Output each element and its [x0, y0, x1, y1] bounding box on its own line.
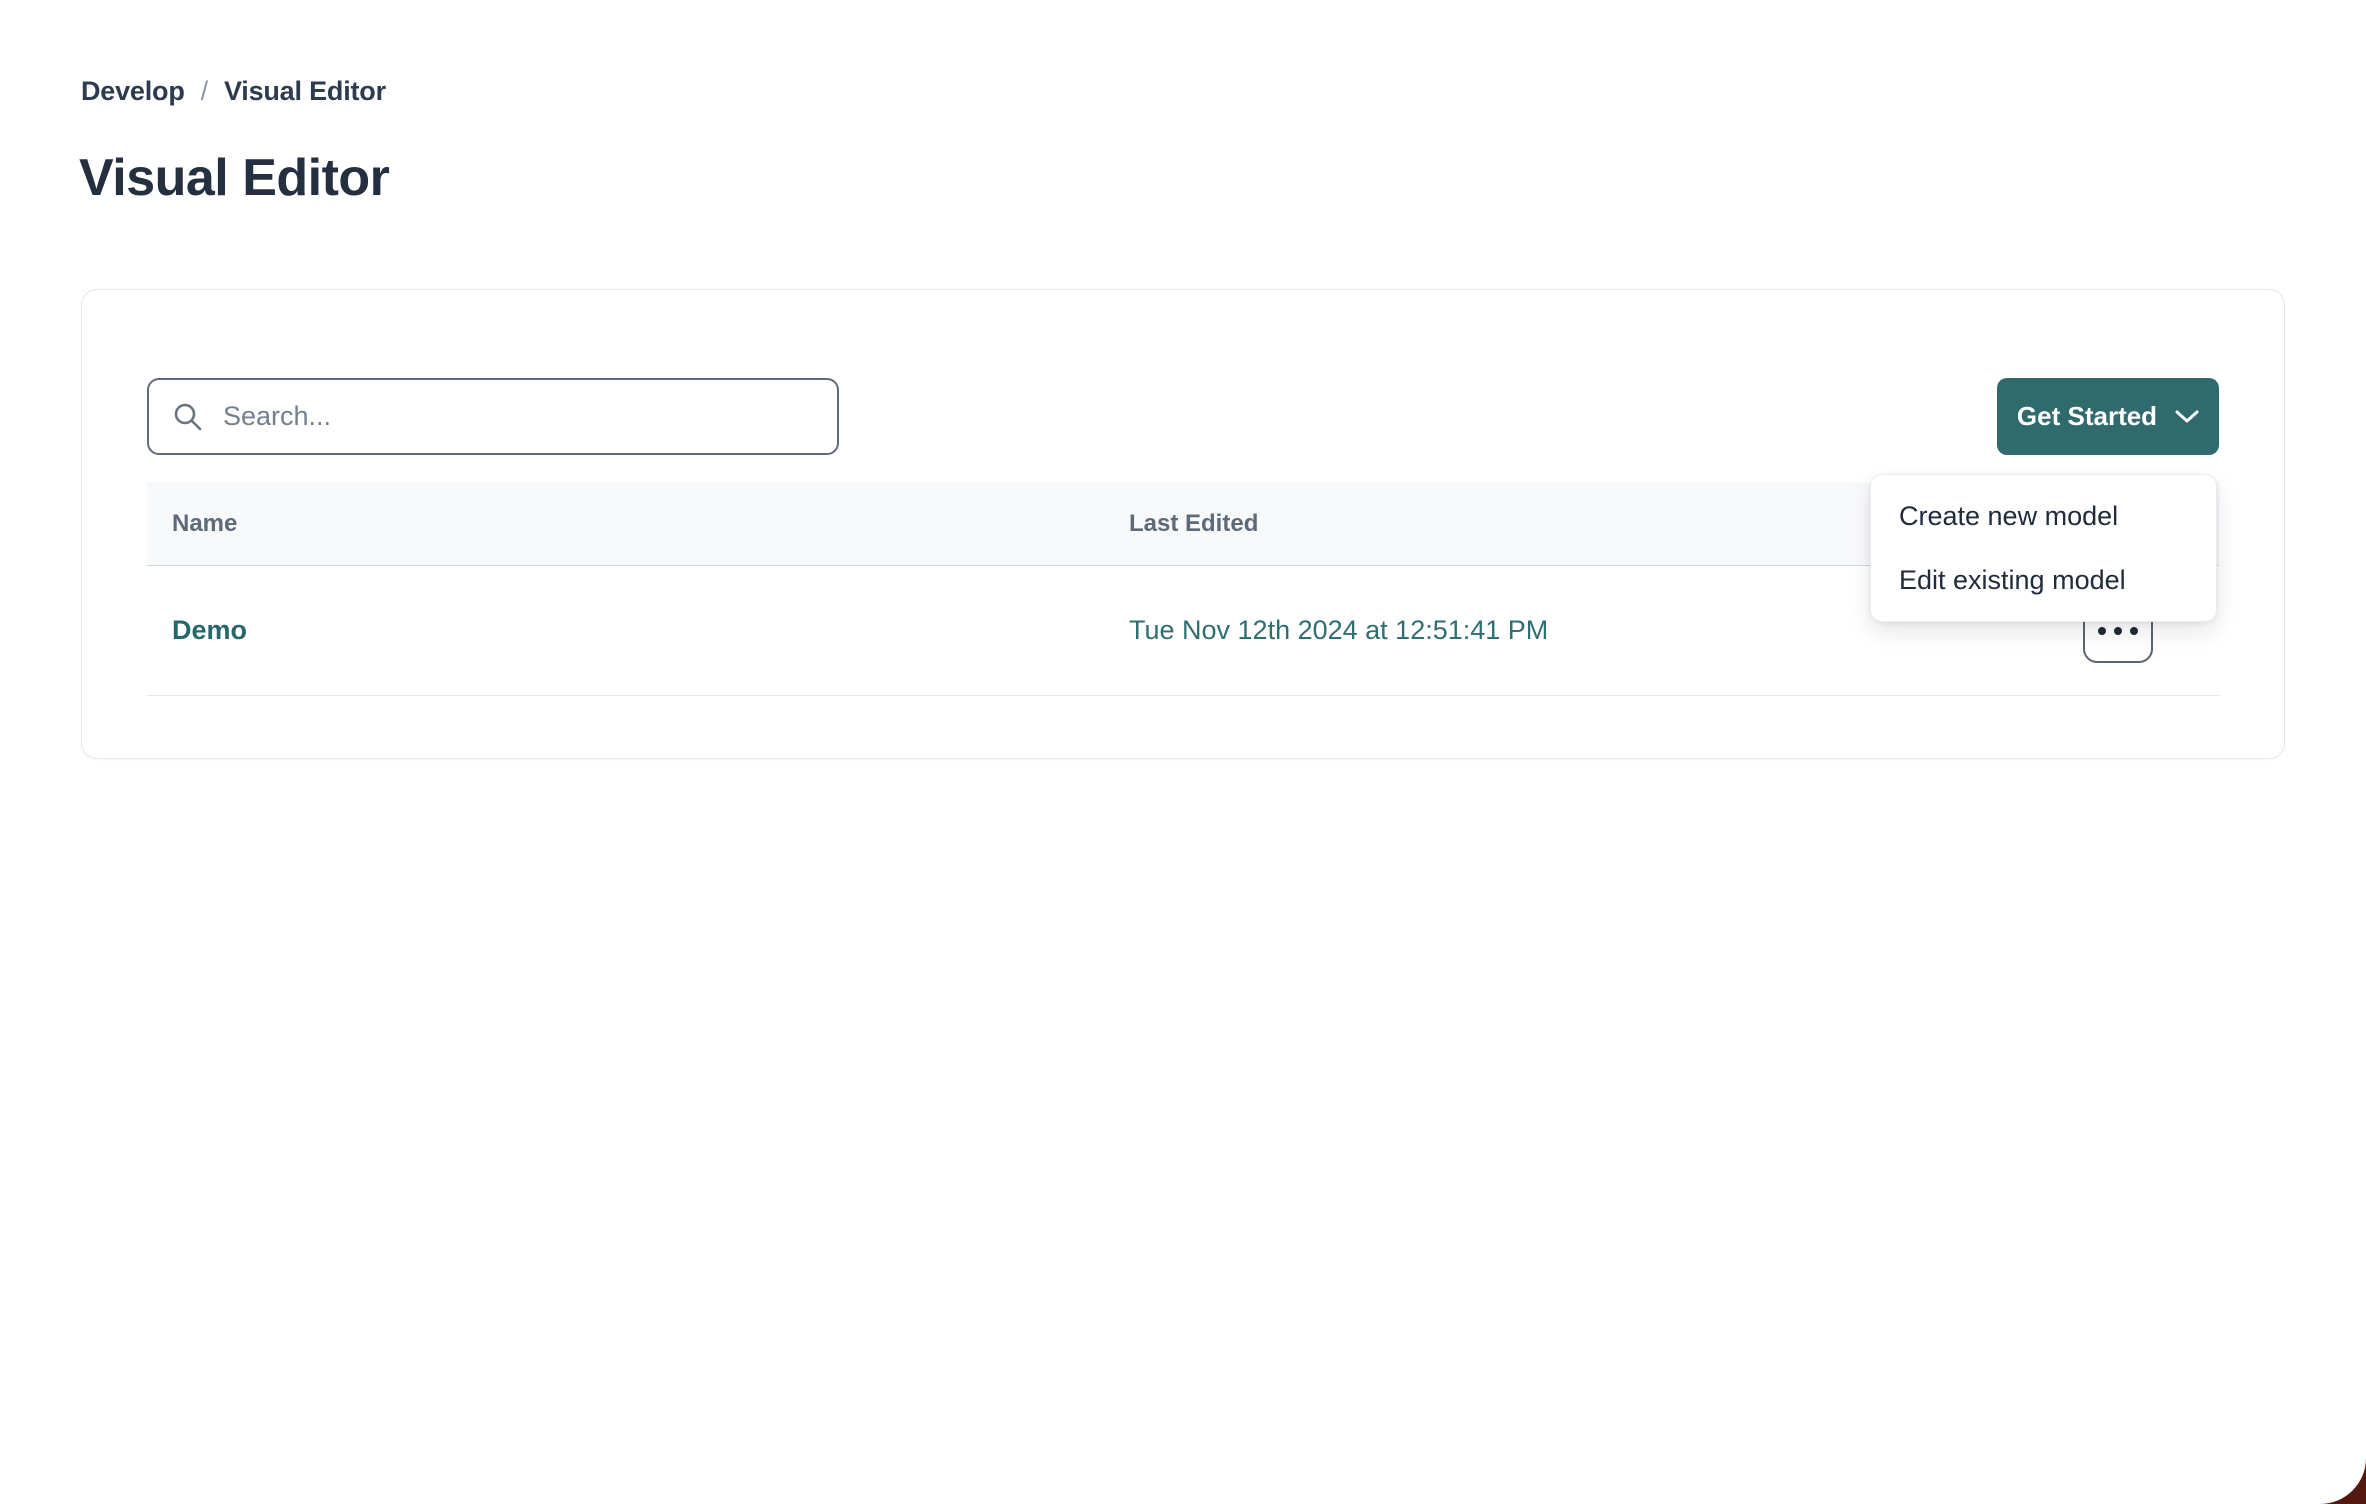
- breadcrumb-current: Visual Editor: [224, 76, 386, 107]
- toolbar: Get Started: [147, 378, 2219, 455]
- search-box: [147, 378, 839, 455]
- ellipsis-icon: [2098, 627, 2138, 635]
- get-started-button[interactable]: Get Started: [1997, 378, 2219, 455]
- model-name-link[interactable]: Demo: [172, 615, 247, 645]
- menu-item-create-new-model[interactable]: Create new model: [1871, 484, 2216, 548]
- column-header-last-edited: Last Edited: [1129, 510, 1993, 538]
- model-name-cell: Demo: [147, 615, 1129, 646]
- breadcrumb-link-develop[interactable]: Develop: [81, 76, 185, 107]
- search-input[interactable]: [147, 378, 839, 455]
- last-edited-value: Tue Nov 12th 2024 at 12:51:41 PM: [1129, 615, 1548, 645]
- page-title: Visual Editor: [79, 148, 389, 208]
- breadcrumb-separator: /: [201, 76, 208, 107]
- last-edited-cell: Tue Nov 12th 2024 at 12:51:41 PM: [1129, 615, 1993, 646]
- breadcrumb: Develop / Visual Editor: [81, 76, 386, 107]
- page-corner-mask: [2236, 1374, 2366, 1504]
- column-header-name: Name: [147, 510, 1129, 538]
- page: Develop / Visual Editor Visual Editor Ge…: [0, 0, 2366, 1504]
- menu-item-edit-existing-model[interactable]: Edit existing model: [1871, 548, 2216, 612]
- get-started-dropdown-menu: Create new model Edit existing model: [1870, 474, 2217, 622]
- chevron-down-icon: [2175, 410, 2199, 424]
- get-started-label: Get Started: [2017, 401, 2157, 432]
